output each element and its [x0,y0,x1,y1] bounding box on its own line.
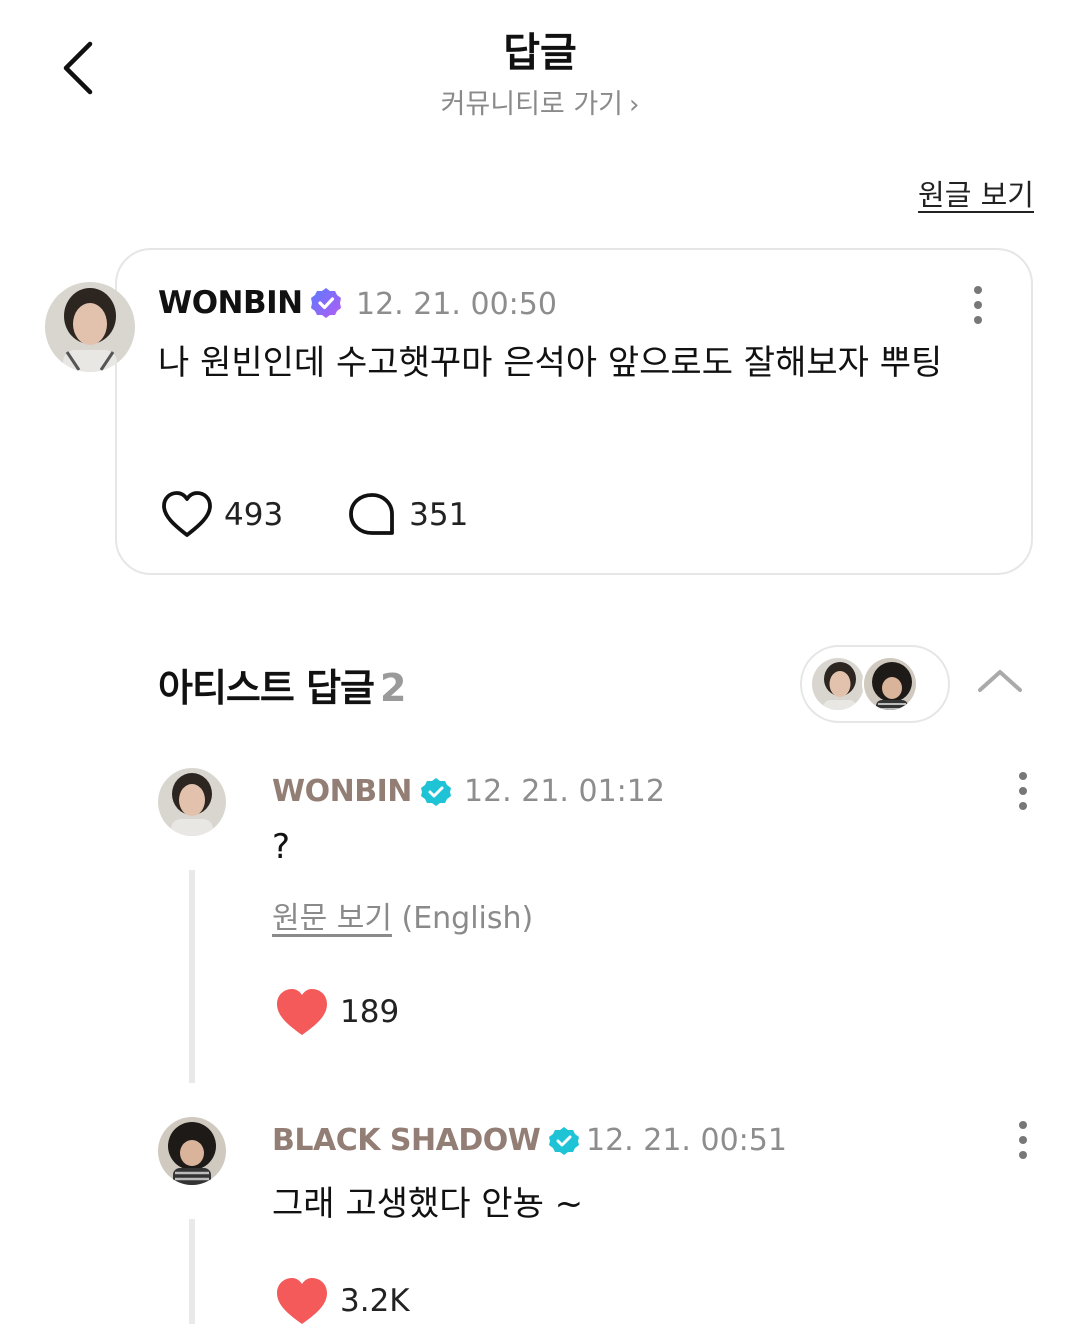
post-author-name: WONBIN [158,285,303,321]
comment-bubble-icon [349,493,395,535]
thread-line [189,870,195,1083]
heart-filled-icon [277,1278,327,1324]
thread-line [189,1219,195,1324]
verified-badge-icon [548,1125,580,1157]
post-more-options-button[interactable] [962,285,994,325]
reply-author-name: WONBIN [272,774,412,809]
view-original-language-link[interactable]: 원문 보기 [272,901,392,936]
avatar[interactable] [45,282,135,372]
artist-avatars-filter[interactable] [800,645,950,723]
reply-timestamp: 12. 21. 01:12 [464,774,665,809]
post-author[interactable]: WONBIN [158,285,343,321]
community-link-label: 커뮤니티로 가기 [440,89,624,120]
chevron-up-icon [978,670,1022,692]
post-actions: 493 351 [160,488,468,542]
reply-more-options-button[interactable] [1007,771,1039,811]
more-vertical-icon [974,286,982,324]
post-body-text: 나 원빈인데 수고햇꾸마 은석아 앞으로도 잘해보자 뿌팅 [158,343,943,383]
reply-like-count: 3.2K [340,1283,410,1319]
chevron-right-icon: › [629,90,640,120]
reply-author-name: BLACK SHADOW [272,1123,541,1158]
heart-filled-icon [277,989,327,1035]
like-count: 493 [224,497,284,533]
post-timestamp: 12. 21. 00:50 [356,287,557,322]
verified-badge-icon [420,776,452,808]
avatar [862,656,918,712]
more-vertical-icon [1019,1121,1027,1159]
wonbin-avatar-image [45,282,135,372]
black-shadow-avatar-image [158,1117,226,1185]
verified-badge-icon [309,286,343,320]
reply-timestamp: 12. 21. 00:51 [586,1123,787,1158]
reply-more-options-button[interactable] [1007,1120,1039,1160]
reply-author[interactable]: BLACK SHADOW [272,1123,580,1158]
avatar[interactable] [158,1117,226,1185]
more-vertical-icon [1019,772,1027,810]
page-title: 답글 [503,30,577,76]
wonbin-avatar-image [812,658,864,710]
go-to-community-link[interactable]: 커뮤니티로 가기 › [0,82,1080,121]
top-bar: 답글 커뮤니티로 가기 › [0,0,1080,130]
comment-count: 351 [409,497,469,533]
like-button[interactable]: 493 [160,488,283,542]
view-original-post-link[interactable]: 원글 보기 [918,172,1034,214]
artist-replies-title: 아티스트 답글 [158,666,375,710]
reply-author[interactable]: WONBIN [272,774,452,809]
wonbin-avatar-image [158,768,226,836]
reply-body-text: ? [272,827,291,867]
artist-replies-count: 2 [380,666,406,710]
avatar [810,656,866,712]
reply-like-button[interactable]: 3.2K [274,1275,410,1324]
collapse-replies-button[interactable] [972,660,1028,700]
translation-note: 원문 보기 (English) [272,893,533,937]
reply-body-text: 그래 고생했다 안뇽 ~ [272,1184,584,1224]
black-shadow-avatar-image [864,658,916,710]
reply-like-count: 189 [340,994,400,1030]
heart-outline-icon [162,491,212,537]
reply-like-button[interactable]: 189 [274,986,399,1038]
avatar[interactable] [158,768,226,836]
artist-replies-heading: 아티스트 답글 2 [158,657,406,712]
original-language-label: (English) [401,901,534,936]
comment-button[interactable]: 351 [345,488,468,542]
